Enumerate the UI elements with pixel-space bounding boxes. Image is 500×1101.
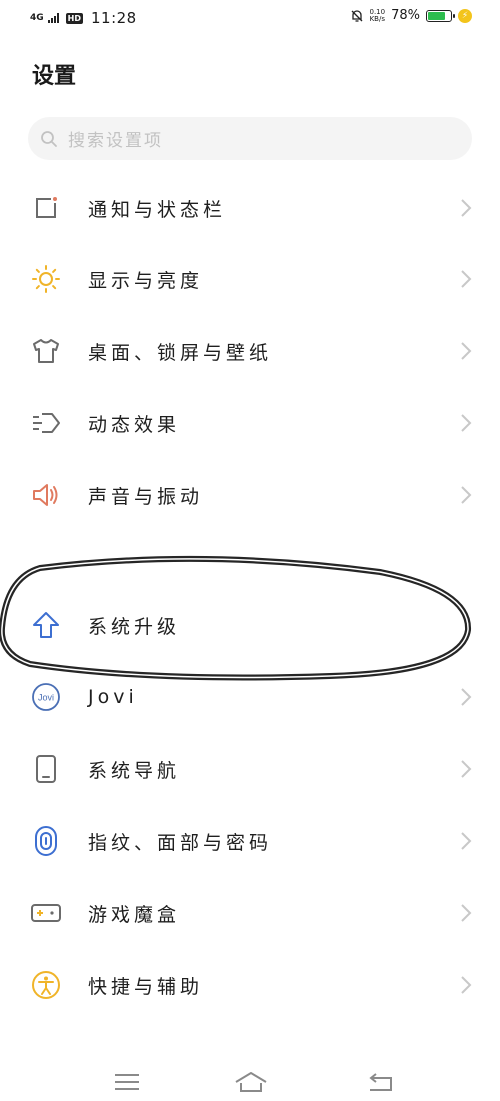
status-bar: 4G HD 11:28 0.10 KB/s 78% ⚡ [0,0,500,38]
settings-item-sound[interactable]: 声音与振动 [0,459,500,531]
network-speed: 0.10 KB/s [369,7,386,23]
wallpaper-icon [28,333,64,369]
hd-badge: HD [65,12,83,24]
search-placeholder: 搜索设置项 [68,131,163,151]
settings-item-wallpaper[interactable]: 桌面、锁屏与壁纸 [0,315,500,387]
chevron-right-icon [461,270,472,288]
settings-item-accessibility[interactable]: 快捷与辅助 [0,949,500,1021]
upgrade-icon [28,607,64,643]
chevron-right-icon [461,832,472,850]
settings-item-motion[interactable]: 动态效果 [0,387,500,459]
signal-icon [47,13,59,23]
notification-icon [28,190,64,226]
chevron-right-icon [461,342,472,360]
chevron-right-icon [461,199,472,217]
settings-item-label: 系统导航 [88,759,181,782]
jovi-icon: Jovi [28,679,64,715]
game-box-icon [28,895,64,931]
settings-item-fingerprint[interactable]: 指纹、面部与密码 [0,805,500,877]
clock: 11:28 [91,9,137,27]
settings-item-label: 桌面、锁屏与壁纸 [88,341,273,364]
settings-item-label: 显示与亮度 [88,269,204,292]
network-type: 4G [30,12,44,23]
chevron-right-icon [461,976,472,994]
home-icon[interactable] [233,1070,269,1094]
search-icon [41,130,57,147]
settings-item-label: 指纹、面部与密码 [88,831,273,854]
settings-item-game-box[interactable]: 游戏魔盒 [0,877,500,949]
chevron-right-icon [461,904,472,922]
settings-item-label: Jovi [88,686,138,708]
settings-item-label: 通知与状态栏 [88,198,227,221]
settings-item-notifications[interactable]: 通知与状态栏 [0,172,500,244]
settings-item-jovi[interactable]: Jovi Jovi [0,661,500,733]
chevron-right-icon [461,414,472,432]
chevron-right-icon [461,688,472,706]
motion-icon [28,405,64,441]
back-icon[interactable] [366,1070,396,1094]
sound-icon [28,477,64,513]
settings-item-label: 系统升级 [88,615,181,638]
svg-text:Jovi: Jovi [38,693,54,703]
settings-item-display[interactable]: 显示与亮度 [0,243,500,315]
navigation-icon [28,751,64,787]
navigation-bar [0,1062,500,1101]
page-title: 设置 [32,64,77,89]
settings-item-label: 快捷与辅助 [88,975,204,998]
chevron-right-icon [461,486,472,504]
settings-item-system-upgrade[interactable]: 系统升级 [0,589,500,661]
settings-item-label: 游戏魔盒 [88,903,181,926]
chevron-right-icon [461,760,472,778]
brightness-icon [28,261,64,297]
settings-item-label: 动态效果 [88,413,181,436]
charging-icon: ⚡ [458,8,472,23]
settings-item-navigation[interactable]: 系统导航 [0,733,500,805]
fingerprint-icon [28,823,64,859]
settings-item-label: 声音与振动 [88,485,204,508]
search-input[interactable]: 搜索设置项 [28,117,472,160]
battery-percent: 78% [391,8,420,23]
accessibility-icon [28,967,64,1003]
battery-icon [426,9,455,22]
silent-alarm-icon [351,9,362,22]
menu-icon[interactable] [112,1070,142,1094]
